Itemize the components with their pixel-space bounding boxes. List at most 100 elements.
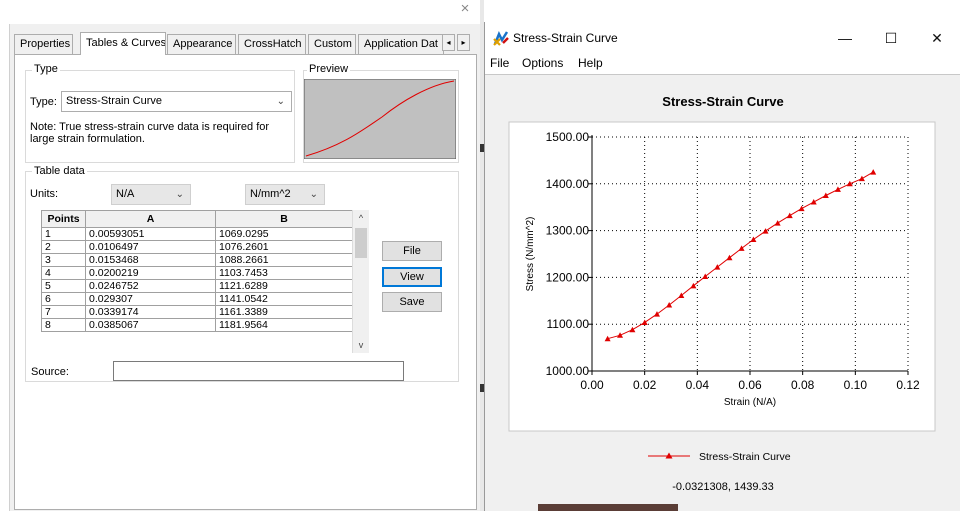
cell-point: 3 bbox=[41, 253, 86, 267]
scroll-up-icon[interactable]: ^ bbox=[353, 210, 369, 226]
data-table[interactable]: Points A B 1 0.00593051 1069.0295 2 0.01064… bbox=[41, 210, 353, 332]
x-tick-label: 0.04 bbox=[686, 378, 710, 392]
table-row[interactable]: 6 0.029307 1141.0542 bbox=[41, 292, 353, 306]
table-row[interactable]: 4 0.0200219 1103.7453 bbox=[41, 266, 353, 280]
cell-b[interactable]: 1076.2601 bbox=[215, 240, 353, 254]
coordinate-readout: -0.0321308, 1439.33 bbox=[672, 481, 774, 493]
x-tick-label: 0.10 bbox=[844, 378, 868, 392]
chart-title: Stress-Strain Curve bbox=[662, 94, 783, 109]
type-select-value: Stress-Strain Curve bbox=[66, 95, 162, 107]
legend-entry: Stress-Strain Curve bbox=[699, 451, 791, 463]
cell-point: 5 bbox=[41, 279, 86, 293]
cell-b[interactable]: 1088.2661 bbox=[215, 253, 353, 267]
cell-a[interactable]: 0.0246752 bbox=[85, 279, 216, 293]
column-header-a: A bbox=[85, 210, 216, 228]
source-label: Source: bbox=[31, 366, 69, 378]
cell-b[interactable]: 1121.6289 bbox=[215, 279, 353, 293]
source-input[interactable] bbox=[113, 361, 404, 381]
unit-b-select[interactable]: N/mm^2 ⌄ bbox=[245, 184, 325, 205]
cell-point: 1 bbox=[41, 227, 86, 241]
dialog-title-strip bbox=[0, 0, 480, 24]
tab-application-data[interactable]: Application Dat bbox=[358, 34, 444, 54]
table-row[interactable]: 1 0.00593051 1069.0295 bbox=[41, 227, 353, 241]
x-tick-label: 0.00 bbox=[580, 378, 604, 392]
units-label: Units: bbox=[30, 188, 59, 200]
scroll-down-icon[interactable]: v bbox=[353, 337, 369, 353]
cell-a[interactable]: 0.029307 bbox=[85, 292, 216, 306]
cell-a[interactable]: 0.00593051 bbox=[85, 227, 216, 241]
preview-background bbox=[304, 79, 456, 159]
tab-scroll-right-icon[interactable]: ▸ bbox=[457, 34, 470, 51]
cell-b[interactable]: 1141.0542 bbox=[215, 292, 353, 306]
maximize-icon[interactable]: ☐ bbox=[868, 22, 914, 54]
column-header-points: Points bbox=[41, 210, 86, 228]
type-note: Note: True stress-strain curve data is r… bbox=[30, 121, 270, 145]
tab-appearance[interactable]: Appearance bbox=[167, 34, 236, 54]
y-tick-label: 1100.00 bbox=[547, 317, 590, 331]
y-axis-label: Stress (N/mm^2) bbox=[525, 217, 536, 292]
unit-b-value: N/mm^2 bbox=[250, 188, 291, 200]
unit-a-value: N/A bbox=[116, 188, 135, 200]
tab-properties[interactable]: Properties bbox=[14, 34, 73, 54]
tab-custom[interactable]: Custom bbox=[308, 34, 356, 54]
cell-b[interactable]: 1161.3389 bbox=[215, 305, 353, 319]
dialog-close-icon[interactable]: × bbox=[456, 0, 474, 18]
chart-client-area: Stress-Strain Curve 0.00 0.02 0.04 0.06 0.08… bbox=[485, 74, 960, 511]
table-row[interactable]: 8 0.0385067 1181.9564 bbox=[41, 318, 353, 332]
tab-scroll-left-icon[interactable]: ◂ bbox=[442, 34, 455, 51]
cell-b[interactable]: 1103.7453 bbox=[215, 266, 353, 280]
table-row[interactable]: 5 0.0246752 1121.6289 bbox=[41, 279, 353, 293]
y-tick-label: 1000.00 bbox=[546, 364, 590, 378]
cell-point: 2 bbox=[41, 240, 86, 254]
menu-bar: File Options Help bbox=[485, 54, 960, 74]
dialog-left-edge bbox=[0, 24, 10, 511]
close-icon[interactable]: ✕ bbox=[914, 22, 960, 54]
x-tick-label: 0.06 bbox=[738, 378, 762, 392]
stress-strain-chart: Stress-Strain Curve 0.00 0.02 0.04 0.06 0.08… bbox=[508, 94, 936, 493]
chevron-down-icon: ⌄ bbox=[276, 96, 285, 107]
minimize-icon[interactable]: — bbox=[822, 22, 868, 54]
cell-a[interactable]: 0.0153468 bbox=[85, 253, 216, 267]
cell-b[interactable]: 1181.9564 bbox=[215, 318, 353, 332]
menu-options[interactable]: Options bbox=[522, 56, 563, 70]
table-scrollbar[interactable]: ^ v bbox=[352, 210, 369, 353]
cell-a[interactable]: 0.0339174 bbox=[85, 305, 216, 319]
column-header-b: B bbox=[215, 210, 353, 228]
cell-a[interactable]: 0.0200219 bbox=[85, 266, 216, 280]
cell-point: 4 bbox=[41, 266, 86, 280]
menu-file[interactable]: File bbox=[490, 56, 509, 70]
preview-group: Preview bbox=[303, 63, 459, 163]
x-axis-label: Strain (N/A) bbox=[724, 397, 776, 408]
scroll-thumb[interactable] bbox=[355, 228, 367, 258]
x-tick-label: 0.08 bbox=[791, 378, 815, 392]
type-group-label: Type bbox=[32, 63, 60, 75]
table-row[interactable]: 2 0.0106497 1076.2601 bbox=[41, 240, 353, 254]
cell-point: 7 bbox=[41, 305, 86, 319]
type-group: Type Type: Stress-Strain Curve ⌄ Note: T… bbox=[25, 63, 295, 163]
cell-b[interactable]: 1069.0295 bbox=[215, 227, 353, 241]
chevron-down-icon: ⌄ bbox=[309, 189, 318, 200]
background-window-edge bbox=[538, 504, 678, 511]
type-select[interactable]: Stress-Strain Curve ⌄ bbox=[61, 91, 292, 112]
cell-a[interactable]: 0.0385067 bbox=[85, 318, 216, 332]
view-button[interactable]: View bbox=[382, 267, 442, 287]
type-label: Type: bbox=[30, 96, 57, 108]
tab-tables-curves[interactable]: Tables & Curves bbox=[80, 32, 166, 55]
table-row[interactable]: 3 0.0153468 1088.2661 bbox=[41, 253, 353, 267]
material-dialog: × Properties Tables & Curves Appearance … bbox=[0, 0, 480, 511]
cell-a[interactable]: 0.0106497 bbox=[85, 240, 216, 254]
cell-point: 6 bbox=[41, 292, 86, 306]
preview-plot bbox=[304, 79, 456, 159]
tab-crosshatch[interactable]: CrossHatch bbox=[238, 34, 306, 54]
y-tick-label: 1500.00 bbox=[546, 130, 590, 144]
menu-help[interactable]: Help bbox=[578, 56, 603, 70]
y-tick-label: 1200.00 bbox=[546, 270, 590, 284]
window-title: Stress-Strain Curve bbox=[513, 31, 618, 45]
cell-point: 8 bbox=[41, 318, 86, 332]
table-row[interactable]: 7 0.0339174 1161.3389 bbox=[41, 305, 353, 319]
file-button[interactable]: File bbox=[382, 241, 442, 261]
save-button[interactable]: Save bbox=[382, 292, 442, 312]
unit-a-select[interactable]: N/A ⌄ bbox=[111, 184, 191, 205]
chevron-down-icon: ⌄ bbox=[175, 189, 184, 200]
chart-app-icon bbox=[493, 30, 509, 46]
